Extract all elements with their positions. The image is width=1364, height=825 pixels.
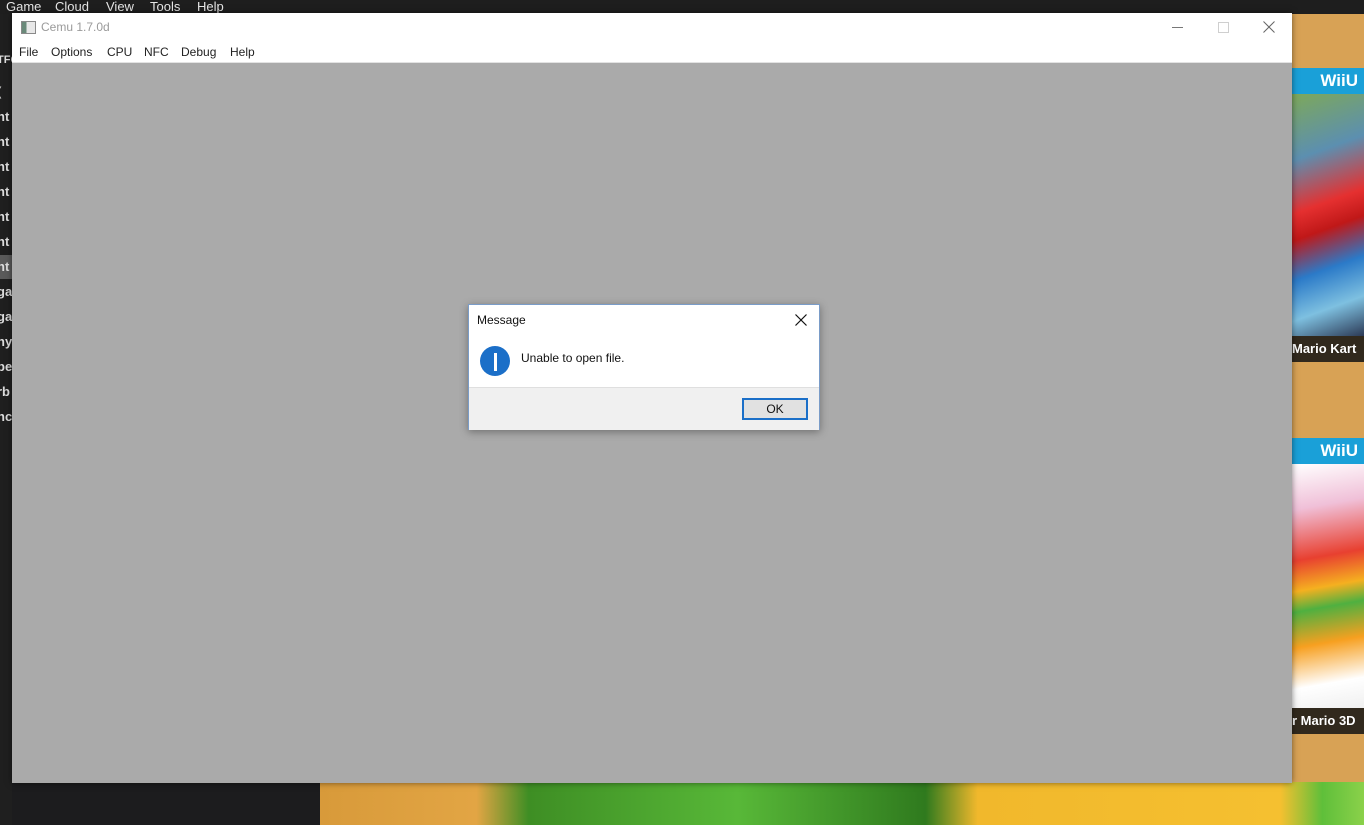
menu-cpu[interactable]: CPU bbox=[107, 45, 132, 59]
bg-list-item[interactable]: ( bbox=[0, 80, 12, 104]
menu-help[interactable]: Help bbox=[230, 45, 255, 59]
bg-list-item[interactable]: nt bbox=[0, 205, 12, 229]
dialog-close-button[interactable] bbox=[787, 307, 815, 333]
menu-debug[interactable]: Debug bbox=[181, 45, 216, 59]
background-menubar: Game Cloud View Tools Help bbox=[0, 0, 1364, 14]
bg-list-item[interactable]: nt bbox=[0, 105, 12, 129]
dialog-footer: OK bbox=[469, 387, 819, 430]
background-cover-column: WiiU Mario Kart WiiU r Mario 3D bbox=[1292, 14, 1364, 782]
ok-button[interactable]: OK bbox=[742, 398, 808, 420]
bg-list-item[interactable]: ny bbox=[0, 330, 12, 354]
window-title: Cemu 1.7.0d bbox=[41, 20, 110, 34]
maximize-icon bbox=[1217, 21, 1229, 33]
bg-list-item[interactable]: ga bbox=[0, 305, 12, 329]
background-game-list: TFC ( nt nt nt nt nt nt nt ga ga ny pe r… bbox=[0, 14, 12, 825]
bg-list-item[interactable]: rb bbox=[0, 380, 12, 404]
game-cover-mario-kart[interactable]: WiiU Mario Kart bbox=[1292, 68, 1364, 362]
close-icon bbox=[795, 314, 807, 326]
wiiu-badge: WiiU bbox=[1292, 68, 1364, 94]
background-artwork bbox=[320, 782, 1364, 825]
cover-art bbox=[1292, 94, 1364, 336]
bg-list-item[interactable]: TFC bbox=[0, 48, 12, 72]
cover-title: Mario Kart bbox=[1292, 336, 1364, 362]
menu-options[interactable]: Options bbox=[51, 45, 92, 59]
bg-list-item[interactable]: nt bbox=[0, 180, 12, 204]
bg-menu-tools[interactable]: Tools bbox=[150, 0, 180, 14]
bg-list-item-selected[interactable]: nt bbox=[0, 255, 12, 279]
dialog-title: Message bbox=[477, 313, 526, 327]
close-icon bbox=[1263, 21, 1275, 33]
bg-list-item[interactable]: nc bbox=[0, 405, 12, 429]
maximize-button[interactable] bbox=[1200, 13, 1246, 41]
message-dialog: Message Unable to open file. OK bbox=[468, 304, 820, 430]
bg-list-item[interactable]: ga bbox=[0, 280, 12, 304]
bg-menu-view[interactable]: View bbox=[106, 0, 134, 14]
bg-menu-game[interactable]: Game bbox=[6, 0, 41, 14]
bg-list-item[interactable]: nt bbox=[0, 230, 12, 254]
cover-art bbox=[1292, 464, 1364, 708]
menu-nfc[interactable]: NFC bbox=[144, 45, 169, 59]
bg-menu-cloud[interactable]: Cloud bbox=[55, 0, 89, 14]
minimize-icon bbox=[1171, 26, 1183, 28]
cover-title: r Mario 3D bbox=[1292, 708, 1364, 734]
close-button[interactable] bbox=[1246, 13, 1292, 41]
dialog-message: Unable to open file. bbox=[521, 351, 625, 365]
game-cover-super-mario-3d-world[interactable]: WiiU r Mario 3D bbox=[1292, 438, 1364, 734]
bg-list-item[interactable]: nt bbox=[0, 130, 12, 154]
bg-menu-help[interactable]: Help bbox=[197, 0, 224, 14]
minimize-button[interactable] bbox=[1154, 13, 1200, 41]
bg-list-item[interactable]: pe bbox=[0, 355, 12, 379]
info-icon bbox=[480, 346, 510, 376]
menu-file[interactable]: File bbox=[19, 45, 38, 59]
app-window-icon bbox=[21, 21, 36, 34]
menu-bar: File Options CPU NFC Debug Help bbox=[12, 41, 1292, 63]
bg-list-item[interactable]: nt bbox=[0, 155, 12, 179]
title-bar[interactable]: Cemu 1.7.0d bbox=[12, 13, 1292, 41]
wiiu-badge: WiiU bbox=[1292, 438, 1364, 464]
